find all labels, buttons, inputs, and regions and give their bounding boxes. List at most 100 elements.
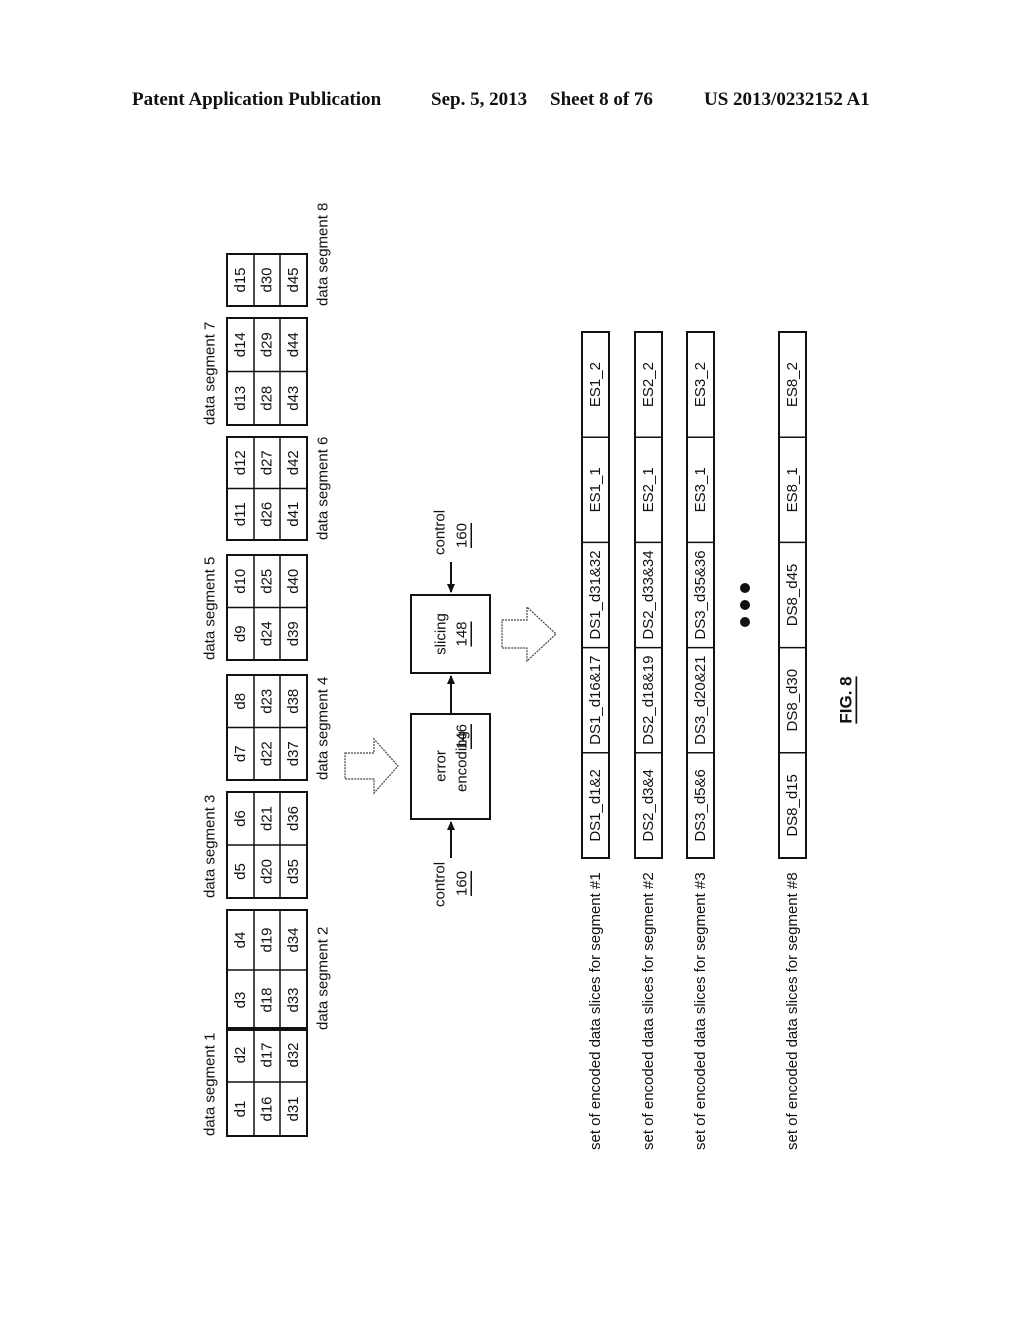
ellipsis-dot-icon	[740, 617, 750, 627]
data-block-d38: d38	[285, 689, 302, 714]
encoded-slice: DS3_d20&21	[692, 656, 709, 745]
control-label: control	[432, 862, 449, 907]
reference-number: 160	[454, 871, 471, 896]
data-block-d20: d20	[259, 859, 276, 884]
segment-label: data segment 6	[315, 437, 332, 540]
data-block-d31: d31	[285, 1096, 302, 1121]
encoded-slice: ES8_2	[784, 362, 801, 407]
data-block-d25: d25	[259, 569, 276, 594]
encoded-slice: DS8_d45	[784, 564, 801, 627]
data-block-d28: d28	[259, 386, 276, 411]
data-segment-6: d11 d26 d41 d12 d27 d42 data segment 6	[226, 436, 332, 541]
data-block-d23: d23	[259, 689, 276, 714]
encoded-set-4: DS8_d15 DS8_d30 DS8_d45 ES8_1 ES8_2set of en…	[778, 331, 807, 1150]
data-block-d8: d8	[232, 693, 249, 710]
encoded-slice: DS8_d15	[784, 774, 801, 837]
encoded-set-label: set of encoded data slices for segment #…	[692, 872, 709, 1150]
processing-blocks: error encoding146slicing 148control 160cont…	[344, 510, 557, 907]
data-block-d18: d18	[259, 987, 276, 1012]
data-block-d11: d11	[232, 502, 249, 526]
data-block-d26: d26	[259, 502, 276, 527]
figure-label: FIG. 8	[837, 676, 856, 723]
segment-label: data segment 8	[315, 203, 332, 306]
data-block-d34: d34	[285, 927, 302, 952]
encoded-set-label: set of encoded data slices for segment #…	[640, 872, 657, 1150]
data-block-d35: d35	[285, 859, 302, 884]
ellipsis-dot-icon	[740, 583, 750, 593]
data-block-d14: d14	[232, 332, 249, 357]
data-block-d1: d1	[232, 1101, 249, 1118]
segment-label: data segment 2	[315, 927, 332, 1030]
data-block-d45: d45	[285, 267, 302, 292]
segment-label: data segment 3	[202, 795, 219, 898]
figure-8-diagram: d1 d16 d31 d2 d17 d32 data segment 1 d3 d18 d33 d4…	[202, 203, 856, 1150]
hollow-arrow-icon	[501, 605, 557, 663]
data-block-d21: d21	[259, 806, 276, 831]
encoded-slice: ES3_2	[692, 362, 709, 407]
data-segments: d1 d16 d31 d2 d17 d32 data segment 1 d3 d18 d33 d4…	[202, 203, 332, 1137]
encoded-set-1: DS1_d1&2 DS1_d16&17 DS1_d31&32 ES1_1 ES1_2se…	[581, 331, 610, 1150]
data-segment-2: d3 d18 d33 d4 d19 d34 data segment 2	[226, 909, 332, 1031]
data-block-d12: d12	[232, 450, 249, 475]
data-block-d3: d3	[232, 992, 249, 1009]
data-block-d10: d10	[232, 569, 249, 594]
encoded-slice: DS2_d33&34	[640, 550, 657, 639]
data-block-d17: d17	[259, 1042, 276, 1067]
encoded-slice: ES1_1	[587, 467, 604, 512]
encoded-set-2: DS2_d3&4 DS2_d18&19 DS2_d33&34 ES2_1 ES2_2se…	[634, 331, 663, 1150]
data-block-d22: d22	[259, 741, 276, 766]
encoded-slice: ES2_2	[640, 362, 657, 407]
data-block-d13: d13	[232, 386, 249, 411]
data-block-d2: d2	[232, 1047, 249, 1064]
data-segment-1: d1 d16 d31 d2 d17 d32 data segment 1	[202, 1027, 308, 1137]
data-segment-7: d13 d28 d43 d14 d29 d44 data segment 7	[202, 317, 308, 426]
data-block-d36: d36	[285, 806, 302, 831]
data-block-d4: d4	[232, 932, 249, 949]
segment-label: data segment 7	[202, 322, 219, 425]
encoded-slice-sets: DS1_d1&2 DS1_d16&17 DS1_d31&32 ES1_1 ES1_2se…	[581, 331, 856, 1150]
slicing-block: slicing 148	[410, 594, 491, 674]
block-label: error	[433, 750, 450, 782]
data-block-d29: d29	[259, 332, 276, 357]
encoded-set-label: set of encoded data slices for segment #…	[587, 872, 604, 1150]
data-block-d40: d40	[285, 569, 302, 594]
hollow-arrow-icon	[344, 737, 399, 795]
data-block-d32: d32	[285, 1042, 302, 1067]
data-block-d7: d7	[232, 745, 249, 762]
reference-number: 148	[454, 621, 471, 646]
segment-label: data segment 4	[315, 677, 332, 780]
data-block-d44: d44	[285, 332, 302, 357]
encoded-slice: DS2_d18&19	[640, 656, 657, 745]
data-block-d9: d9	[232, 625, 249, 642]
data-block-d37: d37	[285, 741, 302, 766]
encoded-slice: DS1_d1&2	[587, 769, 604, 842]
data-segment-8: d15 d30 d45 data segment 8	[226, 203, 332, 307]
segment-label: data segment 5	[202, 557, 219, 660]
data-block-d43: d43	[285, 386, 302, 411]
encoded-slice: DS8_d30	[784, 669, 801, 732]
data-block-d15: d15	[232, 267, 249, 292]
data-segment-5: d9 d24 d39 d10 d25 d40 data segment 5	[202, 554, 308, 661]
reference-number: 146	[454, 724, 471, 749]
data-block-d39: d39	[285, 621, 302, 646]
encoded-set-3: DS3_d5&6 DS3_d20&21 DS3_d35&36 ES3_1 ES3_2se…	[686, 331, 715, 1150]
encoded-slice: ES2_1	[640, 467, 657, 512]
data-block-d16: d16	[259, 1096, 276, 1121]
block-label: slicing	[433, 613, 450, 655]
block-border	[410, 594, 491, 674]
data-block-d5: d5	[232, 863, 249, 880]
encoded-slice: DS2_d3&4	[640, 769, 657, 842]
data-block-d24: d24	[259, 621, 276, 646]
data-segment-4: d7 d22 d37 d8 d23 d38 data segment 4	[226, 674, 332, 781]
data-block-d30: d30	[259, 267, 276, 292]
data-block-d6: d6	[232, 810, 249, 827]
segment-label: data segment 1	[202, 1033, 219, 1136]
reference-number: 160	[454, 523, 471, 548]
encoded-set-label: set of encoded data slices for segment #…	[784, 872, 801, 1150]
encoded-slice: ES8_1	[784, 467, 801, 512]
data-segment-3: d5 d20 d35 d6 d21 d36 data segment 3	[202, 791, 308, 899]
data-block-d41: d41	[285, 502, 302, 527]
ellipsis-dot-icon	[740, 600, 750, 610]
error-encoding-block: error encoding146	[410, 713, 491, 820]
encoded-slice: ES3_1	[692, 467, 709, 512]
